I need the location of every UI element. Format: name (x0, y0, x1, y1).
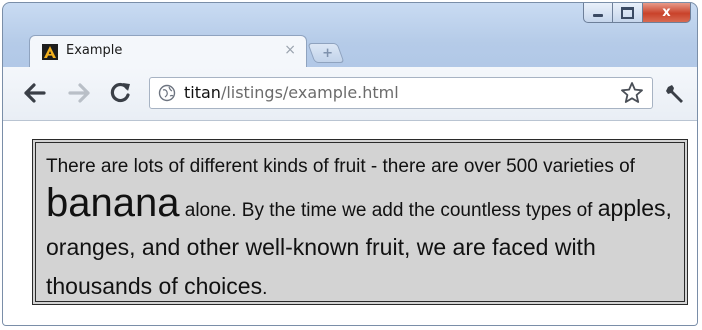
minimize-icon (593, 14, 603, 17)
back-arrow-icon (24, 83, 46, 103)
reload-icon (110, 82, 130, 103)
tab-example[interactable]: Example × (29, 35, 307, 67)
window-controls: x (583, 3, 691, 23)
close-window-label: x (662, 5, 671, 20)
emphasized-word-banana: banana (46, 181, 180, 225)
tab-close-icon[interactable]: × (284, 42, 296, 58)
paragraph-text-end: . (262, 278, 268, 299)
page-viewport: There are lots of different kinds of fru… (3, 121, 697, 325)
new-tab-button[interactable]: + (307, 43, 345, 63)
address-bar[interactable]: titan/listings/example.html (149, 77, 653, 109)
toolbar: titan/listings/example.html (3, 67, 697, 121)
maximize-button[interactable] (613, 3, 643, 23)
reload-button[interactable] (109, 81, 133, 105)
fruit-paragraph: There are lots of different kinds of fru… (32, 139, 688, 305)
url-path: /listings/example.html (220, 83, 399, 102)
maximize-icon (621, 6, 634, 19)
paragraph-text-start: There are lots of different kinds of fru… (46, 156, 635, 177)
url-text: titan/listings/example.html (184, 83, 399, 102)
close-window-button[interactable]: x (643, 3, 691, 23)
minimize-button[interactable] (583, 3, 613, 23)
browser-window: x Example × + titan/listings/example.htm… (2, 2, 698, 326)
new-tab-plus-icon: + (322, 46, 334, 61)
tab-title: Example (66, 43, 123, 58)
page-info-icon (158, 84, 176, 102)
back-button[interactable] (23, 81, 47, 105)
forward-button[interactable] (67, 81, 91, 105)
url-host: titan (184, 83, 221, 102)
wrench-icon[interactable] (665, 83, 687, 105)
star-icon[interactable] (620, 81, 644, 105)
favicon-icon (42, 44, 58, 60)
paragraph-text-middle: alone. By the time we add the countless … (179, 200, 598, 221)
forward-arrow-icon (68, 83, 90, 103)
